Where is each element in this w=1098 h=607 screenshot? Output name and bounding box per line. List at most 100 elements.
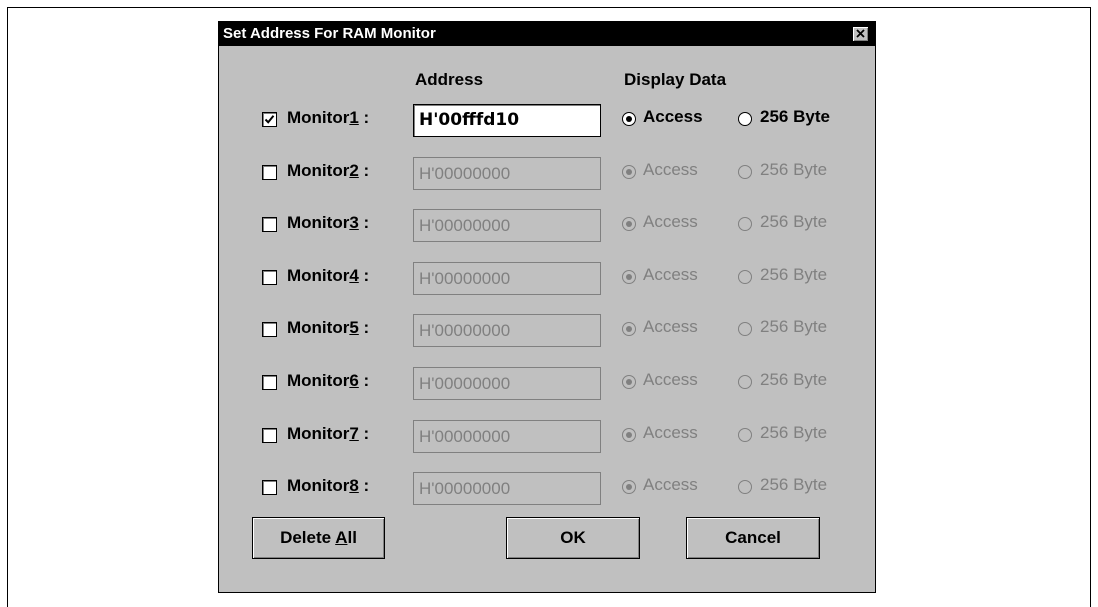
- 256-byte-radio[interactable]: [738, 375, 752, 389]
- monitor-label: Monitor5 :: [287, 318, 369, 338]
- monitor-label-prefix: Monitor: [287, 265, 350, 285]
- 256-byte-radio[interactable]: [738, 427, 752, 442]
- 256-byte-radio[interactable]: [738, 269, 752, 284]
- monitor-number: 8: [349, 476, 359, 496]
- access-radio[interactable]: [622, 427, 636, 442]
- access-radio[interactable]: [622, 164, 636, 179]
- radio-dot-icon: [626, 379, 632, 385]
- monitor-checkbox[interactable]: [262, 480, 277, 496]
- monitor-number: 5: [349, 318, 359, 338]
- monitor-label-prefix: Monitor: [287, 318, 350, 338]
- address-field[interactable]: H'00000000: [413, 367, 601, 400]
- radio-dot-icon: [626, 484, 632, 491]
- delete-all-label-start: Delete: [280, 528, 336, 547]
- monitor-row: Monitor2 : H'00000000 Access 256 Byte: [219, 156, 875, 195]
- monitor-checkbox[interactable]: [262, 427, 277, 443]
- monitor-row: Monitor8 : H'00000000 Access 256 Byte: [219, 472, 875, 510]
- monitor-row: Monitor1 : H'00fffd10 Access 256 Byte: [219, 104, 875, 142]
- dialog-title: Set Address For RAM Monitor: [223, 25, 436, 42]
- display-data-column-header: Display Data: [624, 70, 727, 89]
- radio-dot-icon: [626, 431, 632, 438]
- monitor-label-colon: :: [358, 423, 370, 443]
- 256-byte-radio-label: 256 Byte: [760, 422, 828, 442]
- monitor-row: Monitor6 : H'00000000 Access 256 Byte: [219, 367, 875, 405]
- access-radio-label: Access: [643, 159, 698, 179]
- address-field[interactable]: H'00fffd10: [413, 104, 601, 137]
- monitor-label: Monitor4 :: [287, 266, 369, 286]
- access-radio-label: Access: [643, 422, 698, 442]
- monitor-row: Monitor3 : H'00000000 Access 256 Byte: [219, 209, 875, 247]
- close-button[interactable]: [852, 26, 869, 42]
- monitor-label-prefix: Monitor: [287, 371, 350, 390]
- monitor-label-prefix: Monitor: [287, 476, 350, 496]
- 256-byte-radio[interactable]: [738, 217, 752, 232]
- 256-byte-radio-label: 256 Byte: [760, 317, 828, 337]
- monitor-number: 3: [349, 213, 359, 233]
- access-radio-label: Access: [643, 475, 698, 495]
- address-field[interactable]: H'00000000: [413, 314, 601, 348]
- radio-dot-icon: [626, 116, 632, 122]
- delete-all-label-end: ll: [347, 528, 357, 547]
- 256-byte-radio-label: 256 Byte: [760, 475, 828, 495]
- ram-monitor-dialog: Set Address For RAM Monitor Address Disp…: [218, 21, 876, 593]
- monitor-label-colon: :: [358, 476, 370, 496]
- monitor-label: Monitor6 :: [287, 371, 369, 391]
- address-field[interactable]: H'00000000: [413, 156, 601, 190]
- cancel-button[interactable]: Cancel: [686, 517, 820, 559]
- 256-byte-radio[interactable]: [738, 164, 752, 179]
- ok-label: OK: [560, 528, 586, 547]
- monitor-label: Monitor8 :: [287, 476, 369, 496]
- monitor-label-prefix: Monitor: [287, 423, 350, 443]
- access-radio[interactable]: [622, 112, 636, 126]
- monitor-label-colon: :: [358, 318, 370, 338]
- address-field[interactable]: H'00000000: [413, 261, 601, 295]
- close-x-icon: [856, 29, 865, 38]
- monitor-checkbox[interactable]: [262, 375, 277, 390]
- monitor-label-prefix: Monitor: [287, 160, 350, 180]
- address-field[interactable]: H'00000000: [413, 209, 601, 243]
- monitor-label-prefix: Monitor: [287, 108, 350, 127]
- dialog-titlebar: Set Address For RAM Monitor: [219, 22, 875, 46]
- radio-dot-icon: [626, 273, 632, 280]
- radio-dot-icon: [626, 168, 632, 175]
- monitor-number: 1: [349, 108, 359, 127]
- monitor-label-colon: :: [358, 108, 370, 127]
- access-radio-label: Access: [643, 107, 703, 126]
- monitor-checkbox[interactable]: [262, 217, 277, 233]
- access-radio-label: Access: [643, 317, 698, 337]
- delete-all-button[interactable]: Delete All: [252, 517, 385, 559]
- monitor-row: Monitor7 : H'00000000 Access 256 Byte: [219, 419, 875, 458]
- access-radio-label: Access: [643, 264, 698, 284]
- monitor-checkbox[interactable]: [262, 269, 277, 285]
- 256-byte-radio[interactable]: [738, 112, 752, 126]
- 256-byte-radio[interactable]: [738, 322, 752, 337]
- 256-byte-radio-label: 256 Byte: [760, 159, 828, 179]
- monitor-row: Monitor4 : H'00000000 Access 256 Byte: [219, 261, 875, 300]
- monitor-checkbox[interactable]: [262, 112, 277, 127]
- access-radio[interactable]: [622, 269, 636, 284]
- monitor-checkbox[interactable]: [262, 322, 277, 338]
- access-radio[interactable]: [622, 322, 636, 337]
- 256-byte-radio[interactable]: [738, 480, 752, 495]
- access-radio[interactable]: [622, 217, 636, 232]
- access-radio[interactable]: [622, 375, 636, 389]
- monitor-row: Monitor5 : H'00000000 Access 256 Byte: [219, 314, 875, 352]
- access-radio[interactable]: [622, 480, 636, 495]
- ok-button[interactable]: OK: [506, 517, 640, 559]
- monitor-number: 4: [349, 265, 359, 285]
- address-field[interactable]: H'00000000: [413, 472, 601, 506]
- 256-byte-radio-label: 256 Byte: [760, 370, 828, 389]
- delete-all-mnemonic: A: [335, 528, 348, 547]
- monitor-label-prefix: Monitor: [287, 213, 350, 233]
- address-field[interactable]: H'00000000: [413, 419, 601, 453]
- monitor-label: Monitor7 :: [287, 424, 369, 444]
- monitor-label-colon: :: [358, 371, 370, 390]
- monitor-number: 6: [349, 371, 359, 390]
- monitor-number: 7: [349, 423, 359, 443]
- monitor-label-colon: :: [358, 160, 370, 180]
- 256-byte-radio-label: 256 Byte: [760, 212, 828, 232]
- monitor-checkbox[interactable]: [262, 164, 277, 180]
- radio-dot-icon: [626, 221, 632, 228]
- monitor-label-colon: :: [358, 213, 370, 233]
- monitor-label: Monitor1 :: [287, 108, 369, 128]
